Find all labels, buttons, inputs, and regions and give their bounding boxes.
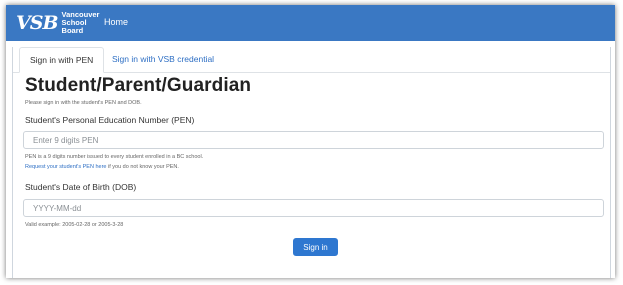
request-pen-link[interactable]: Request your student's PEN here [25, 164, 106, 170]
logo-line-2: School Board [61, 18, 87, 35]
tab-sign-in-vsb-credential[interactable]: Sign in with VSB credential [102, 47, 224, 71]
pen-request-line: Request your student's PEN here if you d… [25, 164, 179, 170]
sign-in-button[interactable]: Sign in [293, 238, 338, 256]
page-subtitle: Please sign in with the student's PEN an… [25, 100, 142, 106]
dob-input[interactable] [23, 199, 604, 217]
signin-card: Sign in with PEN Sign in with VSB creden… [12, 47, 611, 278]
signin-tabs: Sign in with PEN Sign in with VSB creden… [13, 47, 610, 73]
logo-text: Vancouver School Board [62, 11, 108, 35]
pen-help-text: PEN is a 9 digits number issued to every… [25, 154, 204, 160]
dob-help-text: Valid example: 2005-02-28 or 2005-3-28 [25, 222, 124, 228]
pen-input[interactable] [23, 131, 604, 149]
vsb-logo[interactable]: VSB Vancouver School Board [16, 11, 108, 35]
logo-mark: VSB [16, 12, 59, 34]
nav-home-link[interactable]: Home [104, 17, 128, 27]
page-title: Student/Parent/Guardian [25, 75, 252, 96]
browser-frame: VSB Vancouver School Board Home Sign in … [6, 5, 615, 278]
top-navbar: VSB Vancouver School Board Home [6, 5, 615, 41]
dob-label: Student's Date of Birth (DOB) [25, 182, 137, 192]
pen-label: Student's Personal Education Number (PEN… [25, 115, 195, 125]
tab-sign-in-pen[interactable]: Sign in with PEN [19, 47, 105, 73]
request-pen-suffix: if you do not know your PEN. [106, 164, 179, 170]
